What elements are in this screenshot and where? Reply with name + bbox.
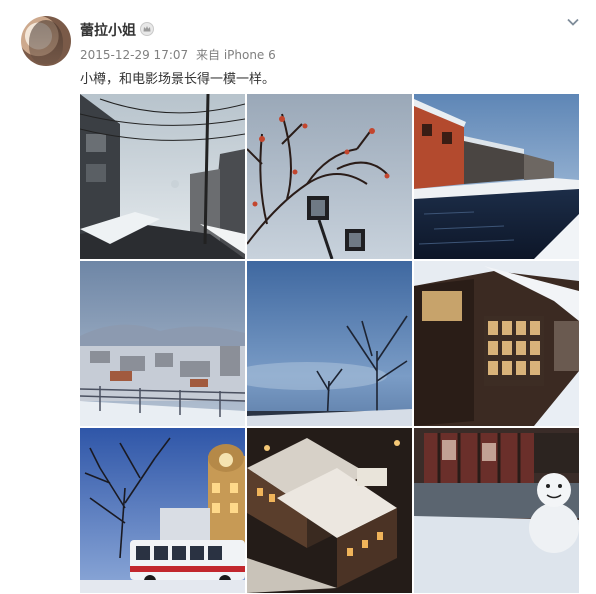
photo-snowy-town[interactable] [80,261,245,426]
photo-night-rooftops[interactable] [247,428,412,593]
avatar[interactable] [21,16,71,66]
weibo-post-card: 蕾拉小姐 2015-12-29 17:07 来自 iPhone 6 小樽，和电影… [0,0,596,594]
chevron-down-icon[interactable] [565,14,581,30]
photo-wooden-building[interactable] [414,261,579,426]
photo-tree-lamp[interactable] [247,94,412,259]
photo-grid [80,94,579,593]
crown-badge-icon[interactable] [140,22,154,36]
post-timestamp[interactable]: 2015-12-29 17:07 [80,48,188,62]
post-text: 小樽，和电影场景长得一模一样。 [80,72,276,87]
username[interactable]: 蕾拉小姐 [80,20,136,40]
post-source[interactable]: iPhone 6 [224,48,276,62]
photo-misty-sky[interactable] [247,261,412,426]
post-meta: 2015-12-29 17:07 来自 iPhone 6 [80,46,276,63]
photo-snowman[interactable] [414,428,579,593]
source-prefix: 来自 [195,48,220,62]
photo-night-bus[interactable] [80,428,245,593]
photo-snowy-street[interactable] [80,94,245,259]
photo-otaru-canal[interactable] [414,94,579,259]
